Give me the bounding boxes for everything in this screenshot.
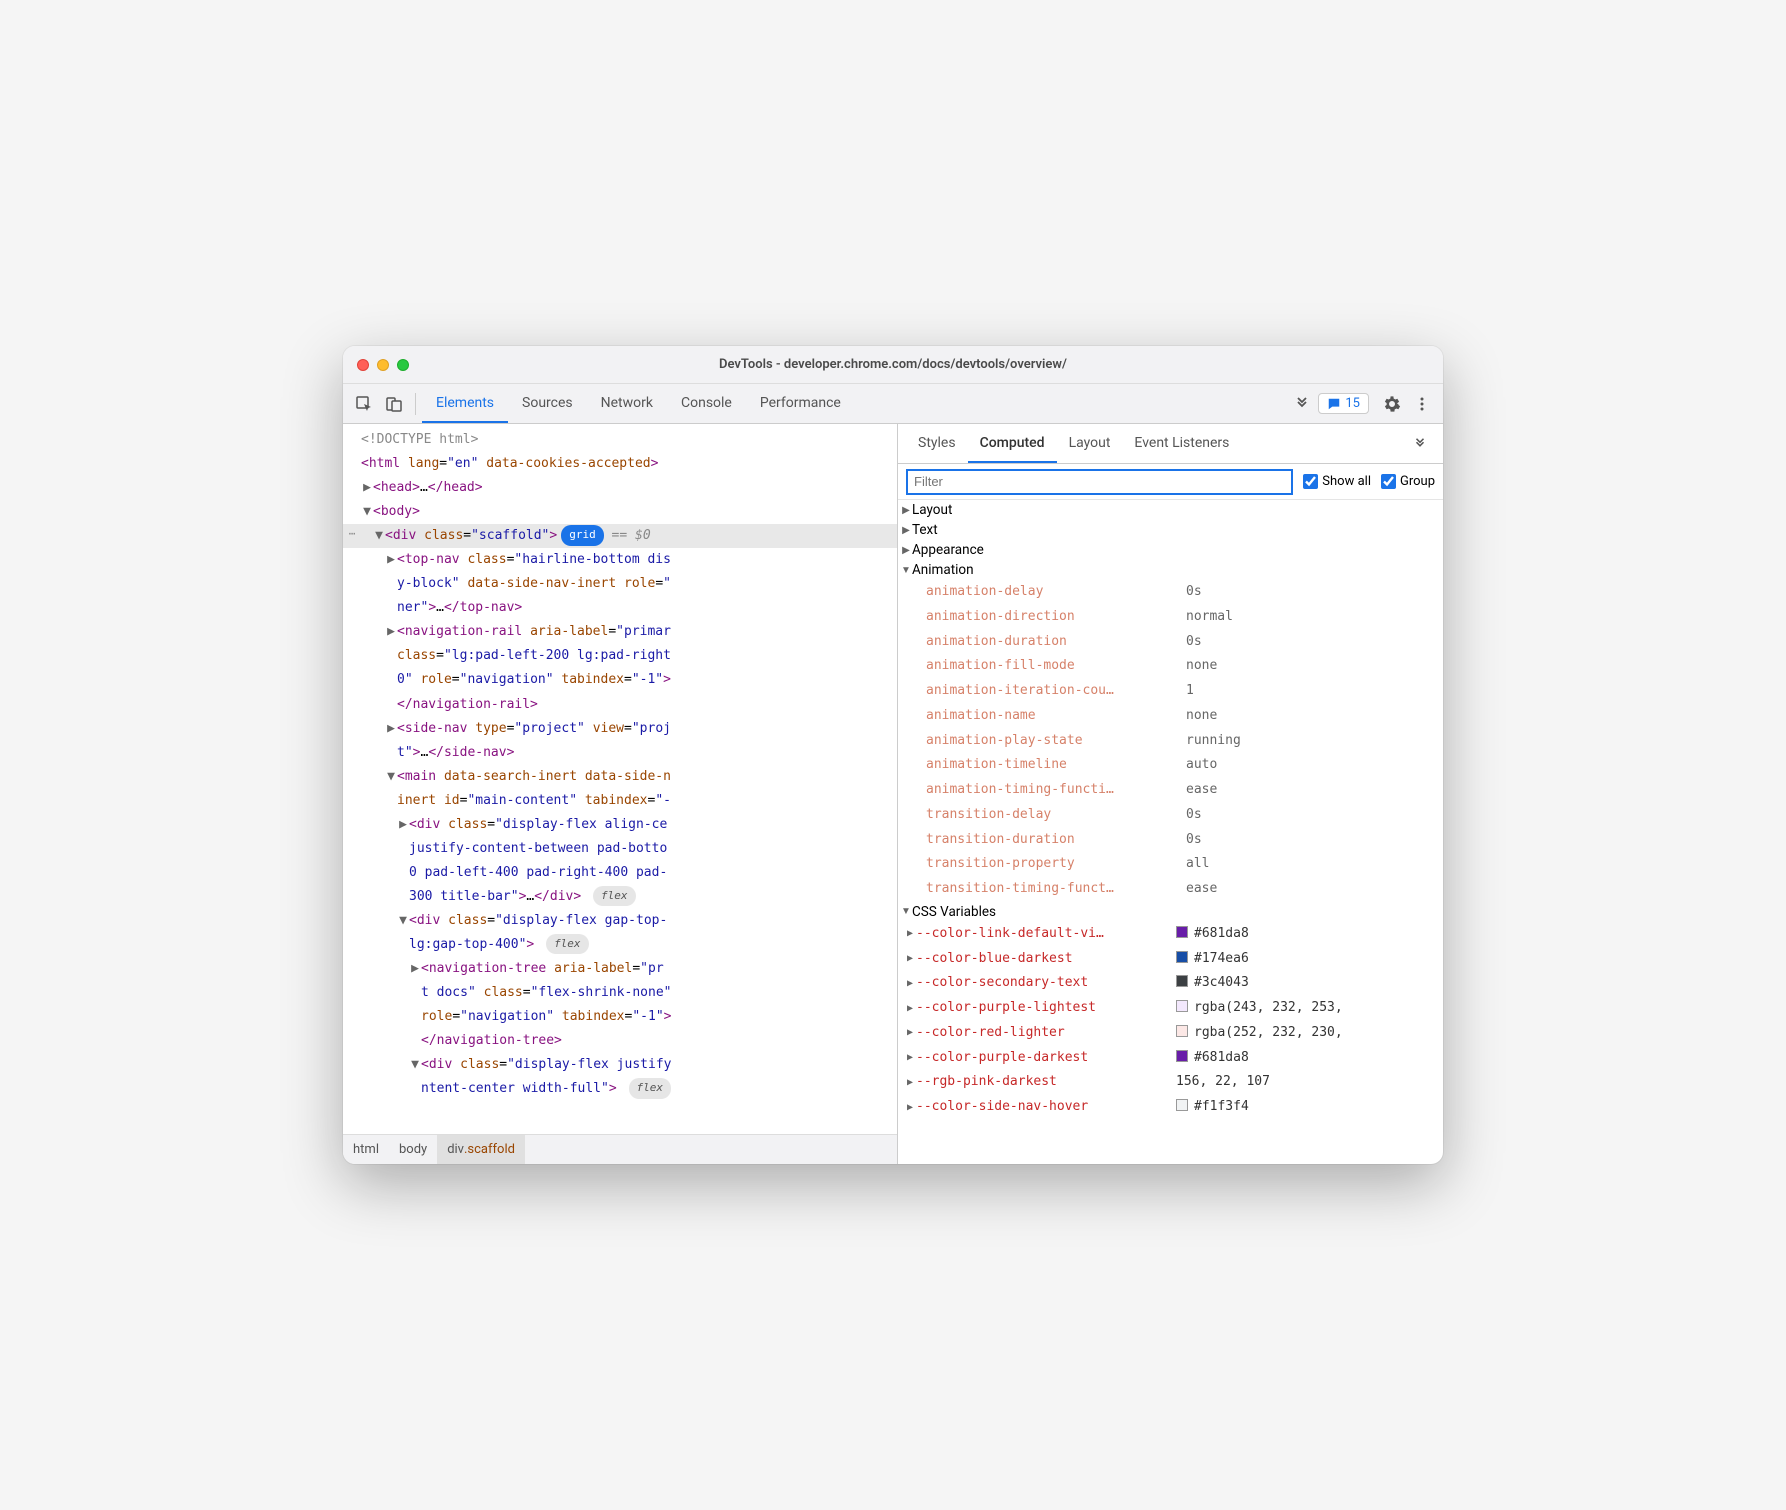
css-variable[interactable]: ▶--color-red-lighterrgba(252, 232, 230, <box>898 1021 1443 1046</box>
disclosure-down-icon: ▼ <box>900 565 912 576</box>
disclosure-right-icon: ▶ <box>900 545 912 556</box>
sub-tab-layout[interactable]: Layout <box>1057 424 1123 463</box>
styles-sidebar: StylesComputedLayoutEvent Listeners Show… <box>898 424 1443 1164</box>
disclosure-icon[interactable]: ▼ <box>385 765 397 789</box>
kebab-menu-icon[interactable] <box>1407 389 1437 419</box>
disclosure-down-icon: ▼ <box>900 906 912 917</box>
main-tab-sources[interactable]: Sources <box>508 384 587 423</box>
breadcrumb-item[interactable]: html <box>343 1135 389 1164</box>
section-text[interactable]: ▶ Text <box>898 520 1443 540</box>
messages-badge[interactable]: 15 <box>1318 393 1369 414</box>
main-tab-network[interactable]: Network <box>587 384 667 423</box>
disclosure-right-icon: ▶ <box>904 1074 916 1092</box>
breadcrumb-item[interactable]: div.scaffold <box>437 1135 525 1164</box>
disclosure-right-icon: ▶ <box>904 975 916 993</box>
messages-count: 15 <box>1345 396 1360 411</box>
disclosure-right-icon: ▶ <box>900 505 912 516</box>
disclosure-right-icon: ▶ <box>904 950 916 968</box>
filter-row: Show all Group <box>898 464 1443 500</box>
computed-property[interactable]: transition-propertyall <box>898 852 1443 877</box>
computed-property[interactable]: animation-play-staterunning <box>898 729 1443 754</box>
main-tab-performance[interactable]: Performance <box>746 384 855 423</box>
css-variable[interactable]: ▶--color-purple-lightestrgba(243, 232, 2… <box>898 996 1443 1021</box>
disclosure-right-icon: ▶ <box>904 1000 916 1018</box>
computed-property[interactable]: animation-iteration-cou…1 <box>898 679 1443 704</box>
computed-property[interactable]: animation-timelineauto <box>898 753 1443 778</box>
computed-property[interactable]: animation-directionnormal <box>898 605 1443 630</box>
section-layout[interactable]: ▶ Layout <box>898 500 1443 520</box>
disclosure-icon[interactable]: ▼ <box>409 1053 421 1077</box>
elements-panel: <!DOCTYPE html><html lang="en" data-cook… <box>343 424 898 1164</box>
css-variable[interactable]: ▶--color-purple-darkest#681da8 <box>898 1046 1443 1071</box>
message-icon <box>1327 397 1341 411</box>
disclosure-icon[interactable]: ▼ <box>373 524 385 548</box>
computed-property[interactable]: transition-timing-funct…ease <box>898 877 1443 902</box>
computed-property[interactable]: animation-duration0s <box>898 630 1443 655</box>
settings-gear-icon[interactable] <box>1377 389 1407 419</box>
device-toolbar-icon[interactable] <box>379 389 409 419</box>
disclosure-right-icon: ▶ <box>904 1024 916 1042</box>
css-variable[interactable]: ▶--color-link-default-vi…#681da8 <box>898 922 1443 947</box>
computed-property[interactable]: animation-fill-modenone <box>898 654 1443 679</box>
sub-tab-computed[interactable]: Computed <box>968 424 1057 463</box>
disclosure-icon[interactable]: ▶ <box>397 813 409 837</box>
disclosure-icon[interactable]: ▶ <box>361 476 373 500</box>
disclosure-right-icon: ▶ <box>900 525 912 536</box>
section-animation[interactable]: ▼ Animation <box>898 560 1443 580</box>
toolbar-divider <box>415 393 416 415</box>
inspect-element-icon[interactable] <box>349 389 379 419</box>
disclosure-right-icon: ▶ <box>904 1049 916 1067</box>
main-tab-elements[interactable]: Elements <box>422 384 508 423</box>
css-variable[interactable]: ▶--rgb-pink-darkest156, 22, 107 <box>898 1070 1443 1095</box>
traffic-lights <box>357 359 409 371</box>
sub-tab-event-listeners[interactable]: Event Listeners <box>1122 424 1241 463</box>
section-css-variables[interactable]: ▼ CSS Variables <box>898 902 1443 922</box>
computed-property[interactable]: animation-timing-functi…ease <box>898 778 1443 803</box>
breadcrumb-item[interactable]: body <box>389 1135 437 1164</box>
computed-property[interactable]: transition-delay0s <box>898 803 1443 828</box>
minimize-window-button[interactable] <box>377 359 389 371</box>
computed-property[interactable]: transition-duration0s <box>898 828 1443 853</box>
maximize-window-button[interactable] <box>397 359 409 371</box>
breadcrumb-bar: htmlbodydiv.scaffold <box>343 1134 897 1164</box>
close-window-button[interactable] <box>357 359 369 371</box>
disclosure-icon[interactable]: ▼ <box>361 500 373 524</box>
computed-property[interactable]: animation-namenone <box>898 704 1443 729</box>
disclosure-icon[interactable]: ▶ <box>385 620 397 644</box>
window-title: DevTools - developer.chrome.com/docs/dev… <box>719 357 1067 372</box>
dom-tree[interactable]: <!DOCTYPE html><html lang="en" data-cook… <box>343 424 897 1134</box>
css-variable[interactable]: ▶--color-secondary-text#3c4043 <box>898 971 1443 996</box>
disclosure-icon[interactable]: ▼ <box>397 909 409 933</box>
sidebar-tabs: StylesComputedLayoutEvent Listeners <box>898 424 1443 464</box>
main-tabs: ElementsSourcesNetworkConsolePerformance <box>422 384 1286 423</box>
disclosure-icon[interactable]: ▶ <box>409 957 421 981</box>
more-tabs-icon[interactable] <box>1286 396 1318 412</box>
computed-property[interactable]: animation-delay0s <box>898 580 1443 605</box>
filter-input[interactable] <box>906 469 1293 495</box>
group-checkbox[interactable]: Group <box>1381 474 1435 489</box>
disclosure-right-icon: ▶ <box>904 1099 916 1117</box>
show-all-checkbox[interactable]: Show all <box>1303 474 1371 489</box>
css-variable[interactable]: ▶--color-side-nav-hover#f1f3f4 <box>898 1095 1443 1120</box>
sub-tab-styles[interactable]: Styles <box>906 424 968 463</box>
disclosure-icon[interactable]: ▶ <box>385 717 397 741</box>
css-variable[interactable]: ▶--color-blue-darkest#174ea6 <box>898 947 1443 972</box>
main-toolbar: ElementsSourcesNetworkConsolePerformance… <box>343 384 1443 424</box>
computed-pane[interactable]: ▶ Layout▶ Text▶ Appearance▼ Animationani… <box>898 500 1443 1164</box>
more-subtabs-icon[interactable] <box>1405 424 1435 463</box>
disclosure-icon[interactable]: ▶ <box>385 548 397 572</box>
devtools-window: DevTools - developer.chrome.com/docs/dev… <box>343 346 1443 1164</box>
main-tab-console[interactable]: Console <box>667 384 746 423</box>
disclosure-right-icon: ▶ <box>904 925 916 943</box>
panel-body: <!DOCTYPE html><html lang="en" data-cook… <box>343 424 1443 1164</box>
titlebar: DevTools - developer.chrome.com/docs/dev… <box>343 346 1443 384</box>
section-appearance[interactable]: ▶ Appearance <box>898 540 1443 560</box>
